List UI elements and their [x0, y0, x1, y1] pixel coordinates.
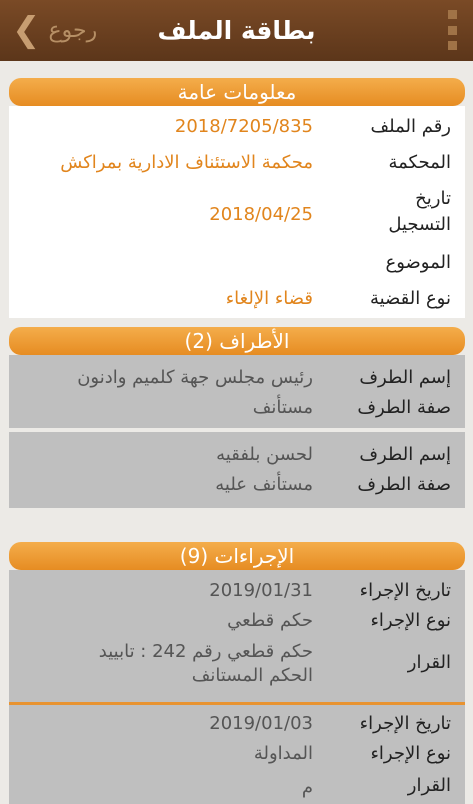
registration-date-label: تاريخ التسجيل	[388, 188, 451, 235]
parties-header: الأطراف (2)	[9, 327, 465, 355]
file-number-value: 2018/7205/835	[174, 116, 313, 137]
procedure-item: تاريخ الإجراء 2019/01/03 نوع الإجراء الم…	[9, 705, 465, 804]
party-role-label: صفة الطرف	[357, 397, 451, 418]
party-name-label: إسم الطرف	[359, 444, 451, 465]
procedure-type-value: حكم قطعي	[227, 610, 313, 631]
party-role-value: مستأنف عليه	[215, 474, 313, 495]
app-header: ❮ رجوع بطاقة الملف	[0, 0, 473, 61]
subject-label: الموضوع	[385, 252, 451, 273]
chevron-left-icon: ❮	[12, 10, 41, 50]
case-type-value: قضاء الإلغاء	[225, 288, 313, 309]
procedure-type-label: نوع الإجراء	[370, 610, 451, 631]
procedure-decision-label: القرار	[407, 775, 451, 796]
back-button[interactable]: ❮ رجوع	[12, 10, 97, 50]
procedure-date-label: تاريخ الإجراء	[359, 580, 451, 601]
registration-date-value: 2018/04/25	[209, 204, 313, 225]
back-label: رجوع	[48, 17, 98, 43]
party-name-value: رئيس مجلس جهة كلميم وادنون	[77, 367, 313, 388]
court-label: المحكمة	[388, 152, 451, 173]
procedure-type-label: نوع الإجراء	[370, 743, 451, 764]
menu-icon[interactable]	[447, 10, 457, 50]
party-item: إسم الطرف لحسن بلفقيه صفة الطرف مستأنف ع…	[9, 432, 465, 508]
party-role-label: صفة الطرف	[357, 474, 451, 495]
case-type-label: نوع القضية	[369, 288, 451, 309]
procedure-decision-label: القرار	[407, 652, 451, 673]
file-number-label: رقم الملف	[370, 116, 451, 137]
party-role-value: مستأنف	[252, 397, 313, 418]
procedure-type-value: المداولة	[253, 743, 313, 764]
procedures-header: الإجراءات (9)	[9, 542, 465, 570]
party-item: إسم الطرف رئيس مجلس جهة كلميم وادنون صفة…	[9, 355, 465, 428]
general-info-panel: رقم الملف 2018/7205/835 المحكمة محكمة ال…	[9, 106, 465, 318]
party-name-label: إسم الطرف	[359, 367, 451, 388]
procedure-date-value: 2019/01/03	[209, 713, 313, 734]
procedure-item: تاريخ الإجراء 2019/01/31 نوع الإجراء حكم…	[9, 570, 465, 702]
page-title: بطاقة الملف	[157, 16, 316, 45]
court-value: محكمة الاستئناف الادارية بمراكش	[60, 152, 313, 173]
procedure-date-value: 2019/01/31	[209, 580, 313, 601]
procedure-decision-value: م	[301, 777, 313, 798]
procedure-date-label: تاريخ الإجراء	[359, 713, 451, 734]
general-info-header: معلومات عامة	[9, 78, 465, 106]
party-name-value: لحسن بلفقيه	[216, 444, 313, 465]
procedure-decision-value: حكم قطعي رقم 242 : تابييد الحكم المستانف	[98, 641, 313, 686]
